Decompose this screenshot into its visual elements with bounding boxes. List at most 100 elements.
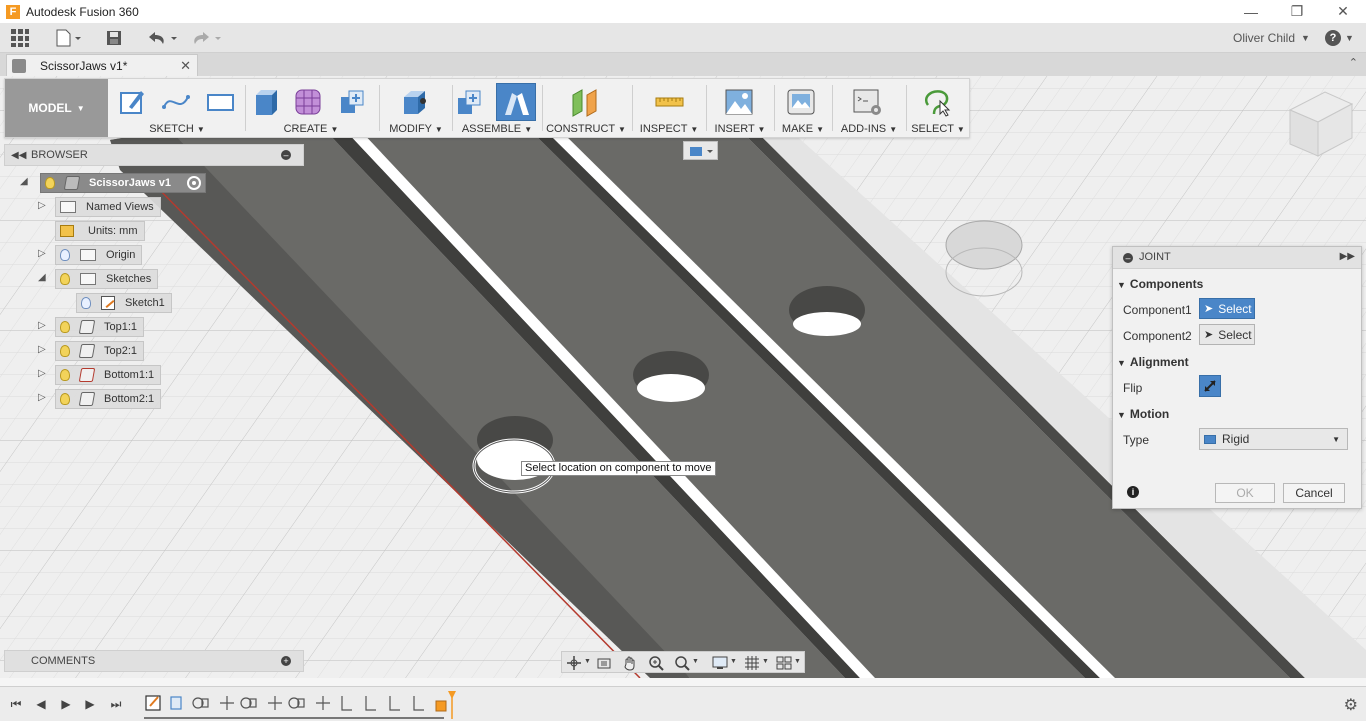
joint-dialog-header[interactable]: – JOINT ▶▶ [1113,247,1361,269]
document-tab[interactable]: ScissorJaws v1* ✕ [6,54,198,76]
help-menu[interactable]: ? ▼ [1325,27,1354,49]
insert-image-icon[interactable] [724,87,754,117]
browser-item-top2[interactable]: ▷ Top2:1 [38,341,145,361]
browser-item-top1[interactable]: ▷ Top1:1 [38,317,145,337]
visibility-bulb-icon[interactable] [60,321,70,333]
collapsed-triangle-icon[interactable]: ▷ [38,248,50,260]
play-icon[interactable]: ▶ [58,696,74,712]
save-icon[interactable] [105,27,123,49]
toolbar-group-construct[interactable]: CONSTRUCT ▼ [544,79,628,137]
visibility-bulb-icon[interactable] [60,369,70,381]
press-pull-icon[interactable] [399,87,429,117]
select-lasso-icon[interactable] [922,87,952,117]
hole-3[interactable] [789,286,865,336]
collapse-tabs-icon[interactable]: ⌃ [1349,56,1358,69]
chevron-down-icon[interactable]: ▼ [692,658,699,665]
browser-item-sketch1[interactable]: Sketch1 [76,293,172,313]
section-motion[interactable]: ▼ Motion [1117,407,1169,421]
minus-circle-icon[interactable]: – [281,150,291,160]
browser-item-sketches[interactable]: ◢ Sketches [38,269,159,289]
undo-icon[interactable] [145,27,181,49]
step-back-icon[interactable]: ◀ [33,696,49,712]
toolbar-group-insert[interactable]: INSERT ▼ [708,79,772,137]
comments-panel-header[interactable]: COMMENTS + [4,650,304,672]
expand-dialog-icon[interactable]: ▶▶ [1340,251,1355,262]
browser-root-row[interactable]: ◢ ScissorJaws v1 [20,173,206,193]
close-window-button[interactable]: ✕ [1320,0,1366,23]
visibility-bulb-icon[interactable] [81,297,91,309]
workspace-switcher-button[interactable]: MODEL ▼ [5,79,108,137]
expanded-triangle-icon[interactable]: ◢ [20,176,32,188]
motion-type-select[interactable]: Rigid ▼ [1199,428,1348,450]
chevron-down-icon[interactable]: ▼ [584,658,591,665]
section-alignment[interactable]: ▼ Alignment [1117,355,1189,369]
collapsed-triangle-icon[interactable]: ▷ [38,200,50,212]
toolbar-group-sketch[interactable]: SKETCH ▼ [111,79,243,137]
toolbar-group-select[interactable]: SELECT ▼ [908,79,968,137]
toolbar-group-create[interactable]: CREATE ▼ [247,79,375,137]
go-to-end-icon[interactable]: ⏭ [108,696,124,712]
hole-2[interactable] [633,351,709,402]
activate-radio-icon[interactable] [186,176,201,190]
measure-icon[interactable] [654,87,684,117]
pan-hand-icon[interactable] [622,655,638,671]
visibility-bulb-icon[interactable] [60,273,70,285]
browser-item-bottom1[interactable]: ▷ Bottom1:1 [38,365,162,385]
create-sketch-icon[interactable] [117,87,147,117]
look-at-icon[interactable] [596,655,612,671]
plus-circle-icon[interactable]: + [281,656,291,666]
display-settings-chip[interactable] [683,141,718,160]
chevron-down-icon[interactable]: ▼ [762,658,769,665]
joint-tool-active[interactable] [496,83,536,121]
browser-item-origin[interactable]: ▷ Origin [38,245,143,265]
visibility-bulb-icon[interactable] [60,345,70,357]
redo-icon[interactable] [189,27,225,49]
close-tab-icon[interactable]: ✕ [180,58,191,74]
toolbar-group-assemble[interactable]: ASSEMBLE ▼ [454,79,540,137]
go-to-start-icon[interactable]: ⏮ [8,696,24,712]
component1-select-button[interactable]: ➤ Select [1199,298,1255,319]
new-component-icon[interactable] [337,87,367,117]
offset-plane-icon[interactable] [570,87,600,117]
step-forward-icon[interactable]: ▶ [82,696,98,712]
toolbar-group-add-ins[interactable]: ADD-INS ▼ [834,79,904,137]
visibility-bulb-icon[interactable] [60,393,70,405]
toolbar-group-make[interactable]: MAKE ▼ [776,79,830,137]
collapsed-triangle-icon[interactable]: ▷ [38,320,50,332]
zoom-icon[interactable] [648,655,664,671]
spline-icon[interactable] [161,87,191,117]
component2-select-button[interactable]: ➤ Select [1199,324,1255,345]
toolbar-group-inspect[interactable]: INSPECT ▼ [634,79,704,137]
browser-item-named-views[interactable]: ▷ Named Views [38,197,161,217]
file-menu-icon[interactable] [54,27,82,49]
cancel-button[interactable]: Cancel [1283,483,1345,503]
user-account-menu[interactable]: Oliver Child ▼ [1233,27,1310,49]
minus-circle-icon[interactable]: – [1123,253,1133,263]
flip-button[interactable] [1199,375,1221,397]
minimize-button[interactable]: — [1228,0,1274,23]
browser-panel-header[interactable]: ◀◀ BROWSER – [4,144,304,166]
browser-item-bottom2[interactable]: ▷ Bottom2:1 [38,389,162,409]
visibility-bulb-icon[interactable] [60,249,70,261]
toolbar-group-modify[interactable]: MODIFY ▼ [381,79,451,137]
3d-print-icon[interactable] [786,87,816,117]
viewports-icon[interactable] [776,655,792,671]
assemble-new-component-icon[interactable] [454,87,484,117]
scripts-icon[interactable] [852,87,882,117]
form-icon[interactable] [293,87,323,117]
browser-item-units[interactable]: Units: mm [55,221,145,241]
expanded-triangle-icon[interactable]: ◢ [38,272,50,284]
chevron-down-icon[interactable]: ▼ [730,658,737,665]
grid-settings-icon[interactable] [744,655,760,671]
zoom-window-icon[interactable] [674,655,690,671]
browser-root[interactable]: ScissorJaws v1 [40,173,206,193]
display-settings-icon[interactable] [712,655,728,671]
chevron-down-icon[interactable]: ▼ [794,658,801,665]
visibility-bulb-icon[interactable] [45,177,55,189]
orbit-icon[interactable] [566,655,582,671]
collapse-browser-icon[interactable]: ◀◀ [11,150,26,161]
restore-button[interactable]: ❐ [1274,0,1320,23]
info-icon[interactable]: i [1127,486,1139,498]
timeline-features[interactable] [140,691,460,721]
data-panel-grid-icon[interactable] [10,27,30,49]
